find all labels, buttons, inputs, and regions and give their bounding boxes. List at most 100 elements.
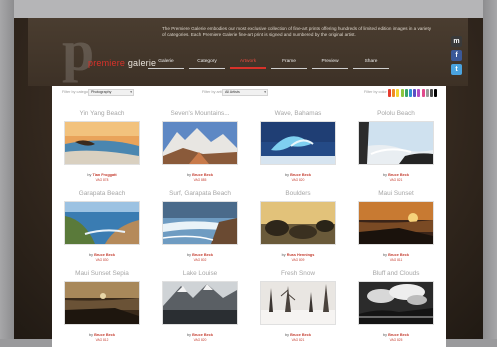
- artwork-image: [359, 202, 433, 244]
- site-header: p premiere galerie The Premiere Galerie …: [28, 18, 468, 86]
- artwork-credit: by Bruce Beck: [350, 253, 442, 257]
- artwork-title[interactable]: Seven's Mountains...: [154, 110, 246, 117]
- category-filter-select[interactable]: Photography ▾: [88, 89, 134, 96]
- by-prefix: by: [285, 333, 290, 337]
- nav-item-preview[interactable]: Preview: [312, 58, 348, 69]
- artwork-title[interactable]: Surf, Garapata Beach: [154, 190, 246, 197]
- artwork-thumbnail[interactable]: [162, 281, 238, 325]
- chevron-down-icon: ▾: [130, 90, 132, 94]
- facebook-icon[interactable]: f: [451, 50, 462, 61]
- artwork-credit: by Bruce Beck: [154, 333, 246, 337]
- by-prefix: by: [383, 253, 388, 257]
- color-swatch[interactable]: [409, 89, 412, 97]
- artwork-code: VAG 821: [291, 338, 305, 342]
- color-swatch[interactable]: [392, 89, 396, 97]
- artist-link[interactable]: Bruce Beck: [192, 253, 213, 257]
- color-swatch[interactable]: [396, 89, 400, 97]
- artwork-image: [65, 202, 139, 244]
- artist-link[interactable]: Russ Hennings: [287, 253, 315, 257]
- twitter-icon[interactable]: t: [451, 64, 462, 75]
- artwork-image: [359, 122, 433, 164]
- artwork-title[interactable]: Maui Sunset: [350, 190, 442, 197]
- artist-link[interactable]: Bruce Beck: [94, 253, 115, 257]
- artwork-credit: by Bruce Beck: [252, 173, 344, 177]
- artwork-card[interactable]: Pololu Beach by Bruce Beck VAG 821: [350, 110, 442, 193]
- artwork-card[interactable]: Garapata Beach by Bruce Beck VAG 830: [56, 190, 148, 273]
- artwork-thumbnail[interactable]: [64, 281, 140, 325]
- by-prefix: by: [281, 253, 286, 257]
- category-filter-label: Filter by category: [62, 90, 92, 94]
- artist-link[interactable]: Bruce Beck: [388, 173, 409, 177]
- nav-item-share[interactable]: Share: [353, 58, 389, 69]
- artwork-title[interactable]: Wave, Bahamas: [252, 110, 344, 117]
- color-swatch[interactable]: [417, 89, 421, 97]
- artwork-title[interactable]: Garapata Beach: [56, 190, 148, 197]
- artwork-thumbnail[interactable]: [260, 281, 336, 325]
- color-swatch[interactable]: [430, 89, 433, 97]
- artwork-title[interactable]: Yin Yang Beach: [56, 110, 148, 117]
- nav-item-frame[interactable]: Frame: [271, 58, 307, 69]
- artist-link[interactable]: Bruce Beck: [94, 333, 115, 337]
- artwork-title[interactable]: Bluff and Clouds: [350, 270, 442, 277]
- myspace-icon[interactable]: m: [451, 36, 462, 47]
- artwork-thumbnail[interactable]: [162, 121, 238, 165]
- color-filter-label: Filter by color: [364, 90, 387, 94]
- artwork-title[interactable]: Maui Sunset Sepia: [56, 270, 148, 277]
- artwork-credit: by Bruce Beck: [56, 253, 148, 257]
- artwork-card[interactable]: Bluff and Clouds by Bruce Beck VAG 825: [350, 270, 442, 347]
- artwork-thumbnail[interactable]: [260, 201, 336, 245]
- by-prefix: by: [89, 253, 94, 257]
- color-swatch[interactable]: [413, 89, 417, 97]
- artwork-thumbnail[interactable]: [64, 201, 140, 245]
- artwork-credit: by Bruce Beck: [56, 333, 148, 337]
- artwork-code: VAG 885: [193, 178, 207, 182]
- color-swatch[interactable]: [404, 89, 408, 97]
- nav-item-galerie[interactable]: Galerie: [148, 58, 184, 69]
- artwork-title[interactable]: Lake Louise: [154, 270, 246, 277]
- color-swatch[interactable]: [388, 89, 391, 97]
- color-swatch[interactable]: [421, 89, 425, 97]
- by-prefix: by: [87, 173, 92, 177]
- artwork-thumbnail[interactable]: [358, 121, 434, 165]
- artist-link[interactable]: Bruce Beck: [192, 333, 213, 337]
- artwork-thumbnail[interactable]: [358, 281, 434, 325]
- logo-wordmark[interactable]: premiere galerie: [88, 58, 156, 68]
- artwork-thumbnail[interactable]: [358, 201, 434, 245]
- artwork-card[interactable]: Yin Yang Beach by Tian Froggatt VAG 878: [56, 110, 148, 193]
- artwork-title[interactable]: Fresh Snow: [252, 270, 344, 277]
- artwork-card[interactable]: Boulders by Russ Hennings VAG 809: [252, 190, 344, 273]
- color-swatch[interactable]: [425, 89, 429, 97]
- artwork-image: [163, 122, 237, 164]
- artist-link[interactable]: Bruce Beck: [192, 173, 213, 177]
- artwork-card[interactable]: Fresh Snow by Bruce Beck VAG 821: [252, 270, 344, 347]
- artwork-card[interactable]: Seven's Mountains... by Bruce Beck VAG 885: [154, 110, 246, 193]
- color-swatch[interactable]: [400, 89, 404, 97]
- nav-item-category[interactable]: Category: [189, 58, 225, 69]
- artist-link[interactable]: Bruce Beck: [388, 333, 409, 337]
- artist-link[interactable]: Bruce Beck: [388, 253, 409, 257]
- artwork-card[interactable]: Maui Sunset Sepia by Bruce Beck VAG 812: [56, 270, 148, 347]
- artist-link[interactable]: Bruce Beck: [290, 173, 311, 177]
- artwork-image: [359, 282, 433, 324]
- artwork-card[interactable]: Wave, Bahamas by Bruce Beck VAG 820: [252, 110, 344, 193]
- nav-item-artwork[interactable]: Artwork: [230, 58, 266, 69]
- artwork-title[interactable]: Pololu Beach: [350, 110, 442, 117]
- artwork-image: [163, 202, 237, 244]
- artwork-thumbnail[interactable]: [260, 121, 336, 165]
- artwork-thumbnail[interactable]: [162, 201, 238, 245]
- artwork-card[interactable]: Maui Sunset by Bruce Beck VAG 811: [350, 190, 442, 273]
- artwork-code: VAG 820: [291, 178, 305, 182]
- artist-link[interactable]: Tian Froggatt: [92, 173, 116, 177]
- by-prefix: by: [187, 253, 192, 257]
- artwork-credit: by Tian Froggatt: [56, 173, 148, 177]
- artwork-thumbnail[interactable]: [64, 121, 140, 165]
- artist-filter-select[interactable]: All Artists ▾: [222, 89, 268, 96]
- artwork-title[interactable]: Boulders: [252, 190, 344, 197]
- color-swatch[interactable]: [434, 89, 438, 97]
- artwork-code: VAG 825: [389, 338, 403, 342]
- category-filter-value: Photography: [91, 90, 112, 94]
- artwork-card[interactable]: Lake Louise by Bruce Beck VAG 820: [154, 270, 246, 347]
- artist-link[interactable]: Bruce Beck: [290, 333, 311, 337]
- artwork-image: [261, 282, 335, 324]
- artwork-card[interactable]: Surf, Garapata Beach by Bruce Beck VAG 802: [154, 190, 246, 273]
